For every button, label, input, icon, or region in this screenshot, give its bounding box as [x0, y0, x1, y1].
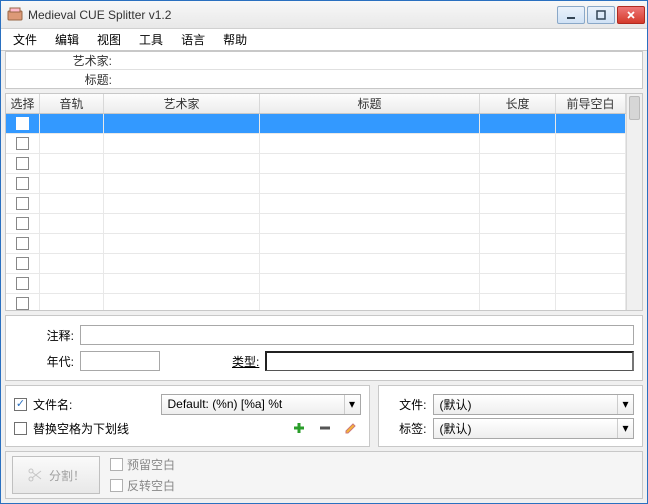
split-button[interactable]: 分割！ — [12, 456, 100, 494]
replace-spaces-label: 替换空格为下划线 — [33, 420, 129, 437]
titlebar: Medieval CUE Splitter v1.2 — [1, 1, 647, 29]
table-row[interactable] — [6, 154, 626, 174]
table-row[interactable] — [6, 254, 626, 274]
table-row[interactable] — [6, 234, 626, 254]
row-checkbox[interactable] — [16, 277, 29, 290]
file-label: 文件: — [387, 396, 427, 413]
reserve-blank-label: 预留空白 — [127, 456, 175, 473]
filename-mask-value: Default: (%n) [%a] %t — [162, 397, 344, 411]
window-title: Medieval CUE Splitter v1.2 — [28, 8, 557, 22]
notes-label: 注释: — [14, 327, 74, 344]
col-length[interactable]: 长度 — [480, 94, 556, 113]
reserve-blank-checkbox[interactable] — [110, 458, 123, 471]
app-window: Medieval CUE Splitter v1.2 文件 编辑 视图 工具 语… — [0, 0, 648, 504]
reverse-blank-checkbox[interactable] — [110, 479, 123, 492]
menu-view[interactable]: 视图 — [89, 29, 129, 50]
row-checkbox[interactable] — [16, 197, 29, 210]
tag-combo-value: (默认) — [434, 420, 618, 437]
notes-input[interactable] — [80, 325, 634, 345]
type-input[interactable] — [265, 351, 634, 371]
menu-language[interactable]: 语言 — [173, 29, 213, 50]
year-label: 年代: — [14, 353, 74, 370]
chevron-down-icon: ▾ — [617, 419, 633, 438]
table-body — [6, 114, 626, 310]
track-table: 选择 音轨 艺术家 标题 长度 前导空白 — [5, 93, 643, 311]
maximize-button[interactable] — [587, 6, 615, 24]
split-button-label: 分割！ — [49, 467, 85, 484]
col-track[interactable]: 音轨 — [40, 94, 104, 113]
artist-label: 艺术家: — [6, 52, 116, 69]
window-buttons — [557, 6, 645, 24]
row-checkbox[interactable] — [16, 217, 29, 230]
scissors-icon — [27, 467, 43, 483]
table-header: 选择 音轨 艺术家 标题 长度 前导空白 — [6, 94, 626, 114]
close-button[interactable] — [617, 6, 645, 24]
filename-mask-combo[interactable]: Default: (%n) [%a] %t ▾ — [161, 394, 361, 415]
table-row[interactable] — [6, 114, 626, 134]
table-row[interactable] — [6, 194, 626, 214]
table-row[interactable] — [6, 294, 626, 310]
table-row[interactable] — [6, 274, 626, 294]
filename-checkbox[interactable] — [14, 398, 27, 411]
replace-spaces-checkbox[interactable] — [14, 422, 27, 435]
minimize-button[interactable] — [557, 6, 585, 24]
type-label: 类型: — [232, 353, 259, 370]
row-checkbox[interactable] — [16, 137, 29, 150]
title-label: 标题: — [6, 71, 116, 88]
file-combo-value: (默认) — [434, 396, 618, 413]
row-checkbox[interactable] — [16, 177, 29, 190]
bottom-bar: 分割！ 预留空白 反转空白 — [5, 451, 643, 499]
col-pregap[interactable]: 前导空白 — [556, 94, 626, 113]
row-checkbox[interactable] — [16, 117, 29, 130]
chevron-down-icon: ▾ — [617, 395, 633, 414]
album-info: 艺术家: 标题: — [5, 51, 643, 89]
menu-file[interactable]: 文件 — [5, 29, 45, 50]
meta-panel: 注释: 年代: 类型: — [5, 315, 643, 381]
scroll-thumb[interactable] — [629, 96, 640, 120]
filename-label: 文件名: — [33, 396, 72, 413]
reverse-blank-label: 反转空白 — [127, 477, 175, 494]
menu-help[interactable]: 帮助 — [215, 29, 255, 50]
menu-tools[interactable]: 工具 — [131, 29, 171, 50]
remove-mask-button[interactable] — [315, 418, 335, 438]
vertical-scrollbar[interactable] — [626, 94, 642, 310]
col-select[interactable]: 选择 — [6, 94, 40, 113]
add-mask-button[interactable] — [289, 418, 309, 438]
tag-label: 标签: — [387, 420, 427, 437]
col-title[interactable]: 标题 — [260, 94, 480, 113]
chevron-down-icon: ▾ — [344, 395, 360, 414]
options-bar: 文件名: Default: (%n) [%a] %t ▾ 替换空格为下划线 文件… — [5, 385, 643, 447]
menu-edit[interactable]: 编辑 — [47, 29, 87, 50]
row-checkbox[interactable] — [16, 237, 29, 250]
row-checkbox[interactable] — [16, 157, 29, 170]
file-combo[interactable]: (默认) ▾ — [433, 394, 635, 415]
row-checkbox[interactable] — [16, 297, 29, 310]
table-row[interactable] — [6, 174, 626, 194]
row-checkbox[interactable] — [16, 257, 29, 270]
year-input[interactable] — [80, 351, 160, 371]
app-icon — [7, 7, 23, 23]
col-artist[interactable]: 艺术家 — [104, 94, 260, 113]
table-row[interactable] — [6, 134, 626, 154]
menubar: 文件 编辑 视图 工具 语言 帮助 — [1, 29, 647, 51]
edit-mask-button[interactable] — [341, 418, 361, 438]
table-row[interactable] — [6, 214, 626, 234]
tag-combo[interactable]: (默认) ▾ — [433, 418, 635, 439]
